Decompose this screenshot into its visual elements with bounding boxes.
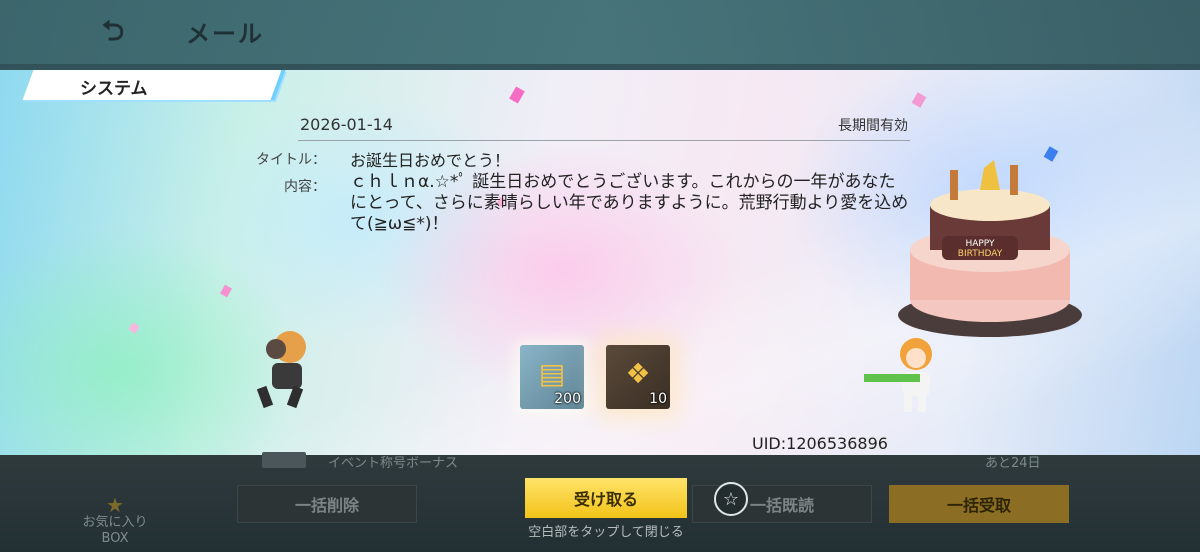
svg-text:HAPPY: HAPPY <box>965 239 995 249</box>
mail-validity: 長期間有効 <box>838 118 908 134</box>
delete-all-button[interactable]: 一括削除 <box>237 485 417 523</box>
page-title: メール <box>186 20 264 48</box>
reward-count: 10 <box>649 391 667 407</box>
reward-count: 200 <box>554 391 581 407</box>
close-hint: 空白部をタップして閉じる <box>528 525 684 540</box>
mail-title: お誕生日おめでとう！ <box>350 151 511 170</box>
receive-button[interactable]: 受け取る <box>525 478 687 518</box>
system-tab <box>22 70 286 100</box>
top-bar <box>0 0 1200 64</box>
back-arrow-icon[interactable]: ⮌ <box>90 16 136 46</box>
list-item-date: あと24日 <box>985 456 1041 471</box>
favorites-label: お気に入り <box>82 515 148 530</box>
girl-character-icon <box>864 338 932 412</box>
reward-item[interactable]: ▤ 200 <box>520 345 584 409</box>
reward-item[interactable]: ❖ 10 <box>606 345 670 409</box>
list-item-icon <box>262 452 306 468</box>
content-label: 内容： <box>284 179 326 195</box>
gold-voucher-icon: ▤ <box>538 356 566 390</box>
running-character-icon <box>256 331 306 409</box>
birthday-cake-icon: HAPPY BIRTHDAY <box>898 160 1082 337</box>
star-icon: ★ <box>106 493 124 517</box>
uid-label: UID:1206536896 <box>752 434 888 453</box>
svg-text:BIRTHDAY: BIRTHDAY <box>958 249 1003 259</box>
mail-content: ｃｈｌｎα.☆*ﾟ 誕生日おめでとうございます。これからの一年があなたにとって、… <box>350 172 909 234</box>
mail-date: 2026-01-14 <box>300 115 393 134</box>
rank-badge-icon: ❖ <box>625 356 651 390</box>
receive-all-button[interactable]: 一括受取 <box>889 485 1069 523</box>
divider <box>298 140 910 141</box>
system-tab-label: システム <box>80 79 148 99</box>
favorites-box-button[interactable]: ★ お気に入り BOX <box>70 495 160 547</box>
favorites-sublabel: BOX <box>101 531 129 546</box>
title-label: タイトル： <box>256 152 326 168</box>
star-outline-icon[interactable]: ☆ <box>714 482 748 516</box>
list-item-text: イベント称号ボーナス <box>328 456 459 471</box>
